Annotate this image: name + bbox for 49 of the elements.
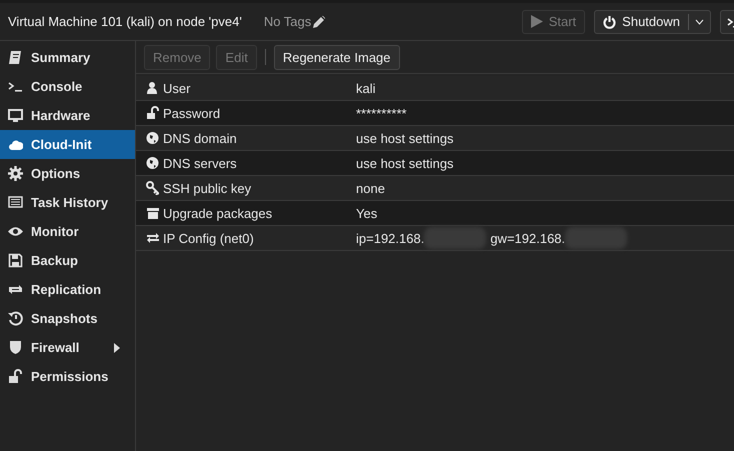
sidebar-item[interactable]: Snapshots: [0, 304, 135, 333]
property-name: IP Config (net0): [163, 230, 254, 246]
property-name: DNS servers: [163, 156, 237, 170]
sidebar-item[interactable]: Task History: [0, 188, 135, 217]
property-value: none: [356, 180, 385, 196]
sidebar-item[interactable]: Permissions: [0, 362, 135, 391]
tags-label: No Tags: [264, 14, 312, 29]
chevron-down-icon: [695, 18, 704, 24]
sidebar-item[interactable]: Console: [0, 72, 135, 101]
sidebar-item[interactable]: Firewall: [0, 333, 135, 362]
play-icon: [530, 15, 543, 28]
property-value: kali: [356, 80, 376, 96]
property-value: use host settings: [356, 130, 454, 146]
property-value: gw=192.168.: [490, 230, 566, 246]
history-icon: [8, 311, 23, 326]
user-icon: [146, 81, 159, 95]
unlock-icon: [146, 106, 159, 120]
property-name: DNS domain: [163, 130, 237, 146]
property-name: User: [163, 80, 190, 96]
property-value: ip=192.168.: [356, 230, 424, 246]
toolbar-button[interactable]: Regenerate Image: [274, 44, 400, 70]
property-value: Yes: [356, 206, 378, 220]
sidebar-item[interactable]: Replication: [0, 275, 135, 304]
list-icon: [8, 195, 23, 210]
property-name: SSH public key: [163, 180, 252, 196]
property-value: **********: [356, 106, 407, 120]
property-name: Password: [163, 106, 220, 120]
key-icon: [146, 181, 159, 195]
unlock-icon: [8, 369, 23, 384]
sidebar-item[interactable]: Cloud-Init: [0, 130, 135, 159]
archive-icon: [146, 206, 159, 220]
sidebar-item[interactable]: Summary: [0, 43, 135, 72]
power-icon: [603, 14, 616, 28]
exchange-icon: [146, 231, 159, 245]
shield-icon: [8, 340, 23, 355]
property-value: use host settings: [356, 156, 454, 170]
property-name: Upgrade packages: [163, 206, 272, 220]
sidebar-item[interactable]: Monitor: [0, 217, 135, 246]
globe-icon: [146, 131, 159, 145]
book-icon: [8, 50, 23, 65]
sidebar-item[interactable]: Backup: [0, 246, 135, 275]
gear-icon: [8, 166, 23, 181]
shutdown-button[interactable]: Shutdown: [594, 10, 711, 34]
window-title: Virtual Machine 101 (kali) on node 'pve4': [8, 14, 242, 29]
pencil-icon: [313, 16, 326, 28]
globe-icon: [146, 156, 159, 170]
sidebar-item[interactable]: Options: [0, 159, 135, 188]
monitor-icon: [8, 108, 23, 123]
sidebar-item[interactable]: Hardware: [0, 101, 135, 130]
